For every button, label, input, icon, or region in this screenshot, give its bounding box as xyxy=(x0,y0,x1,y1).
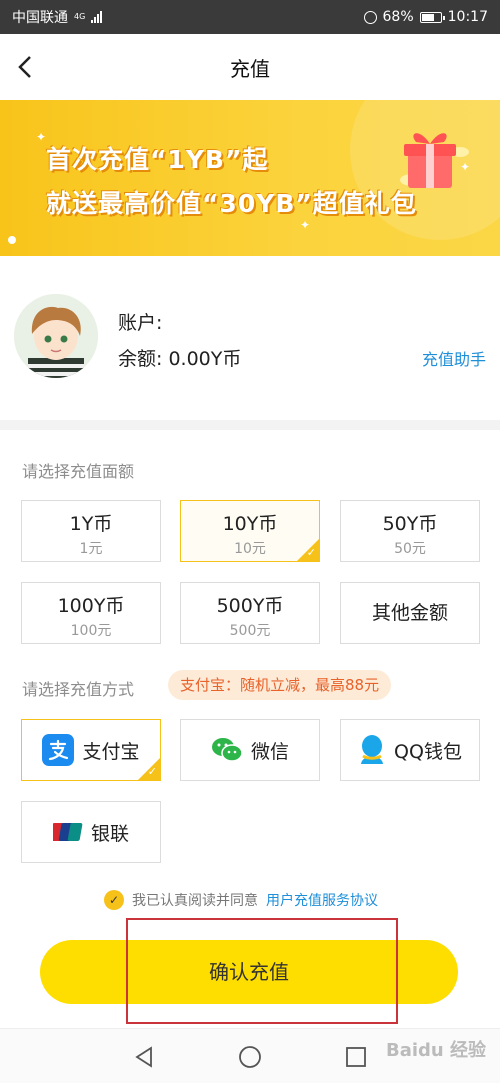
banner-line-2: 就送最高价值“30YB”超值礼包 xyxy=(46,189,417,218)
agreement-text: 我已认真阅读并同意 xyxy=(132,893,258,909)
avatar xyxy=(14,294,98,378)
amount-option-1[interactable]: 1Y币 1元 xyxy=(21,500,161,562)
battery-percent: 68% xyxy=(382,9,414,25)
back-button[interactable] xyxy=(12,52,42,82)
sparkle-icon: ✦ xyxy=(300,218,311,232)
amount-coins: 1Y币 xyxy=(69,513,113,535)
account-card: 账户: 余额: 0.00Y币 充值助手 xyxy=(0,256,500,420)
alipay-icon xyxy=(42,734,75,766)
alipay-promo-badge: 支付宝：随机立减，最高88元 xyxy=(168,670,392,700)
amount-coins: 其他金额 xyxy=(371,602,448,624)
amount-coins: 500Y币 xyxy=(216,595,284,617)
signal-icon xyxy=(91,11,103,23)
amount-option-500[interactable]: 500Y币 500元 xyxy=(180,582,320,644)
amount-option-50[interactable]: 50Y币 50元 xyxy=(340,500,480,562)
battery-icon xyxy=(419,11,445,23)
clock: 10:17 xyxy=(447,9,488,25)
chevron-left-icon xyxy=(18,56,31,78)
watermark: Baidu 经验 xyxy=(385,1040,486,1061)
nav-bar: 充值 xyxy=(0,34,500,100)
account-label: 账户: xyxy=(118,312,163,334)
banner-line-1: 首次充值“1YB”起 xyxy=(46,145,269,174)
amount-section-label: 请选择充值面额 xyxy=(22,462,135,481)
agreement-link[interactable]: 用户充值服务协议 xyxy=(266,890,378,910)
network-type: 4G xyxy=(74,12,86,21)
pay-method-qq-wallet[interactable]: QQ钱包 xyxy=(340,719,480,781)
avatar-image xyxy=(14,294,98,378)
amount-price: 1元 xyxy=(79,541,103,557)
page-title: 充值 xyxy=(230,56,270,81)
banner-pagination xyxy=(8,236,16,244)
nav-home-icon[interactable] xyxy=(238,1045,262,1069)
amount-option-100[interactable]: 100Y币 100元 xyxy=(21,582,161,644)
payment-section-label: 请选择充值方式 xyxy=(22,680,135,699)
pay-method-label: 支付宝 xyxy=(82,740,140,763)
pay-method-label: QQ钱包 xyxy=(394,740,462,763)
pay-method-unionpay[interactable]: 银联 xyxy=(21,801,161,863)
confirm-recharge-button[interactable]: 确认充值 xyxy=(40,940,458,1004)
amount-option-other[interactable]: 其他金额 xyxy=(340,582,480,644)
promo-banner[interactable]: ✦ ✦ ✦ 首次充值“1YB”起 就送最高价值“30YB”超值礼包 xyxy=(0,100,500,256)
checkmark-icon: ✓ xyxy=(306,546,316,559)
checkmark-icon: ✓ xyxy=(147,765,157,778)
pay-method-alipay[interactable]: 支付宝 ✓ xyxy=(21,719,161,781)
unionpay-icon xyxy=(52,823,83,841)
sparkle-icon: ✦ xyxy=(36,130,47,144)
status-bar: 中国联通 4G 68% 10:17 xyxy=(0,0,500,34)
wechat-icon xyxy=(211,738,243,762)
pay-method-wechat[interactable]: 微信 xyxy=(180,719,320,781)
balance-text: 余额: 0.00Y币 xyxy=(118,348,242,370)
nav-recents-icon[interactable] xyxy=(344,1045,368,1069)
pagination-dot xyxy=(8,236,16,244)
section-divider xyxy=(0,420,500,430)
alarm-icon xyxy=(363,10,377,24)
pay-method-label: 银联 xyxy=(90,822,129,845)
qq-wallet-icon xyxy=(361,735,384,764)
amount-price: 500元 xyxy=(229,623,271,639)
amount-coins: 100Y币 xyxy=(57,595,125,617)
nav-back-icon[interactable] xyxy=(132,1045,156,1069)
recharge-help-link[interactable]: 充值助手 xyxy=(422,346,486,370)
pay-method-label: 微信 xyxy=(250,740,289,763)
amount-coins: 50Y币 xyxy=(382,513,438,535)
amount-price: 100元 xyxy=(70,623,112,639)
amount-price: 50元 xyxy=(394,541,426,557)
gift-box-icon xyxy=(400,133,469,188)
agreement-checkbox[interactable]: ✓ xyxy=(104,890,124,910)
carrier-name: 中国联通 xyxy=(12,10,68,26)
amount-coins: 10Y币 xyxy=(222,513,278,535)
agreement-row: ✓ 我已认真阅读并同意 用户充值服务协议 xyxy=(104,890,378,910)
amount-option-10[interactable]: 10Y币 10元 ✓ xyxy=(180,500,320,562)
